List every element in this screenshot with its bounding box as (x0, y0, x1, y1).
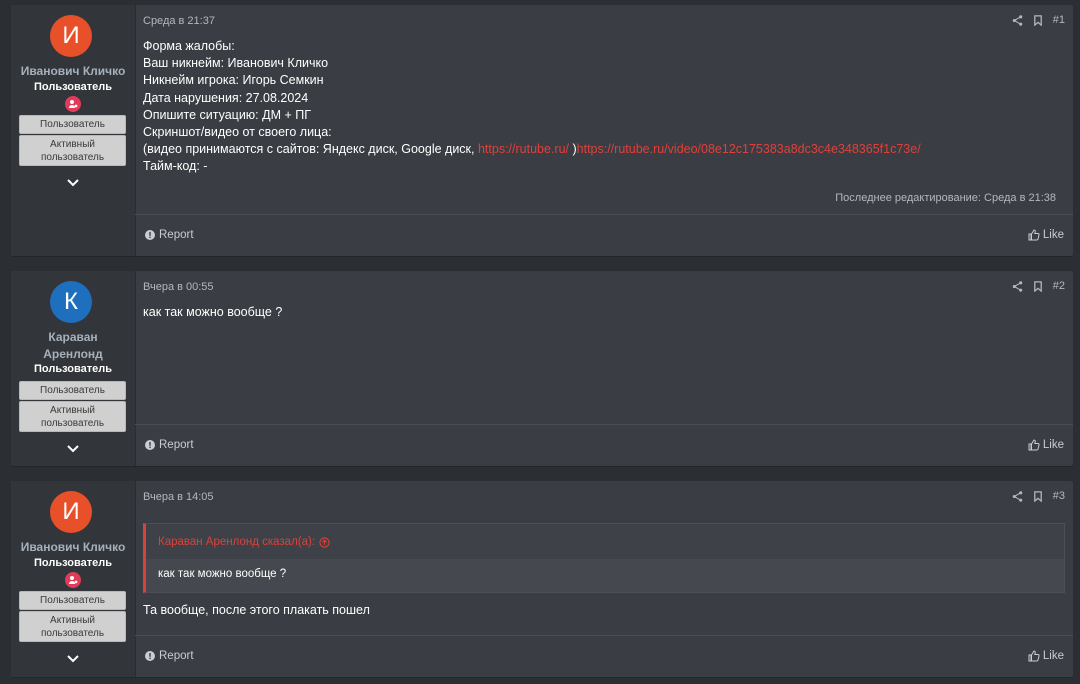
thumbs-up-icon (1028, 229, 1040, 241)
user-badge-icon (65, 572, 81, 588)
body-line-video: (видео принимаются с сайтов: Яндекс диск… (143, 141, 921, 158)
share-icon[interactable] (1012, 280, 1023, 292)
like-label: Like (1042, 439, 1064, 451)
bookmark-icon[interactable] (1033, 490, 1043, 502)
report-label: Report (159, 229, 194, 241)
arrow-up-circle-icon[interactable] (319, 536, 330, 548)
username[interactable]: Иванович Кличко (11, 539, 135, 556)
post-footer: Report Like (135, 635, 1073, 677)
post-body: как так можно вообще ? (143, 305, 283, 319)
user-title: Пользователь (33, 363, 112, 375)
body-line: Ваш никнейм: Иванович Кличко (143, 56, 329, 71)
chevron-down-icon[interactable] (66, 444, 80, 454)
post-footer: Report Like (135, 424, 1073, 466)
body-line: Никнейм игрока: Игорь Семкин (143, 73, 324, 88)
post-date[interactable]: Среда в 21:37 (143, 15, 215, 27)
share-icon[interactable] (1012, 490, 1023, 502)
report-icon (145, 440, 155, 450)
banner-user: Пользователь (19, 381, 126, 400)
video-text-mid: ) (569, 142, 577, 157)
user-badge-icon (65, 96, 81, 112)
bookmark-icon[interactable] (1033, 280, 1043, 292)
quote-body: как так можно вообще ? (146, 559, 1064, 592)
rutube-link[interactable]: https://rutube.ru/ (478, 142, 569, 156)
last-edited: Последнее редактирование: Среда в 21:38 (835, 192, 1056, 204)
quote-author: Караван Аренлонд сказал(а): (158, 536, 316, 548)
post-3: И Иванович Кличко Пользователь Пользоват… (11, 481, 1073, 677)
avatar[interactable]: И (50, 15, 92, 57)
video-text: (видео принимаются с сайтов: Яндекс диск… (143, 142, 478, 157)
post-body: Та вообще, после этого плакать пошел (143, 603, 370, 617)
post-body: Форма жалобы: Ваш никнейм: Иванович Клич… (143, 38, 921, 176)
quote-text: как так можно вообще ? (158, 568, 287, 580)
bookmark-icon[interactable] (1033, 14, 1043, 26)
like-label: Like (1042, 650, 1064, 662)
chevron-down-icon[interactable] (66, 654, 80, 664)
user-title: Пользователь (33, 557, 112, 569)
body-line: Дата нарушения: 27.08.2024 (143, 90, 309, 105)
rutube-video-link[interactable]: https://rutube.ru/video/08e12c175383a8dc… (577, 142, 921, 156)
like-button[interactable]: Like (1028, 650, 1064, 662)
user-column: И Иванович Кличко Пользователь Пользоват… (11, 481, 136, 677)
report-button[interactable]: Report (145, 650, 194, 662)
chevron-down-icon[interactable] (66, 178, 80, 188)
post-1: И Иванович Кличко Пользователь Пользоват… (11, 5, 1073, 256)
user-column: К Караван Аренлонд Пользователь Пользова… (11, 271, 136, 466)
report-label: Report (159, 439, 194, 451)
banner-user: Пользователь (19, 591, 126, 610)
report-icon (145, 651, 155, 661)
banner-active-user: Активный пользователь (19, 401, 126, 432)
post-number[interactable]: #2 (1053, 280, 1065, 292)
share-icon[interactable] (1012, 14, 1023, 26)
thumbs-up-icon (1028, 439, 1040, 451)
quote-block: Караван Аренлонд сказал(а): как так можн… (143, 523, 1065, 593)
username[interactable]: Иванович Кличко (11, 63, 135, 80)
post-2: К Караван Аренлонд Пользователь Пользова… (11, 271, 1073, 466)
report-button[interactable]: Report (145, 229, 194, 241)
username[interactable]: Караван Аренлонд (11, 329, 135, 363)
banner-active-user: Активный пользователь (19, 611, 126, 642)
banner-active-user: Активный пользователь (19, 135, 126, 166)
report-label: Report (159, 650, 194, 662)
banner-user: Пользователь (19, 115, 126, 134)
avatar[interactable]: К (50, 281, 92, 323)
post-date[interactable]: Вчера в 00:55 (143, 281, 214, 293)
post-number[interactable]: #3 (1053, 490, 1065, 502)
post-date[interactable]: Вчера в 14:05 (143, 491, 214, 503)
quote-author-link[interactable]: Караван Аренлонд сказал(а): (158, 536, 330, 548)
report-icon (145, 230, 155, 240)
body-line: Форма жалобы: (143, 39, 235, 53)
body-line: Тайм-код: - (143, 159, 208, 174)
user-title: Пользователь (33, 81, 112, 93)
thumbs-up-icon (1028, 650, 1040, 662)
like-label: Like (1042, 229, 1064, 241)
post-number[interactable]: #1 (1053, 14, 1065, 26)
post-footer: Report Like (135, 214, 1073, 256)
like-button[interactable]: Like (1028, 439, 1064, 451)
body-line: Опишите ситуацию: ДМ + ПГ (143, 107, 311, 122)
body-line: Скриншот/видео от своего лица: (143, 125, 332, 140)
report-button[interactable]: Report (145, 439, 194, 451)
user-column: И Иванович Кличко Пользователь Пользоват… (11, 5, 136, 256)
avatar[interactable]: И (50, 491, 92, 533)
like-button[interactable]: Like (1028, 229, 1064, 241)
